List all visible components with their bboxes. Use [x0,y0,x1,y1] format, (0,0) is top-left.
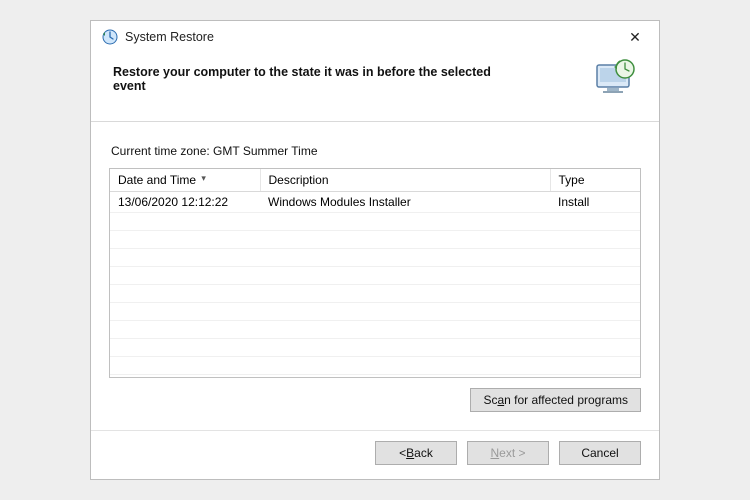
timezone-label: Current time zone: GMT Summer Time [111,144,639,158]
cell-description [260,303,550,321]
table-row [110,357,640,375]
column-header-date-time-label: Date and Time [118,173,196,187]
content-area: Current time zone: GMT Summer Time Date … [91,122,659,412]
cell-type [550,303,640,321]
sort-descending-icon: ▾ [201,173,206,183]
page-heading: Restore your computer to the state it wa… [113,65,513,93]
cell-date_time [110,285,260,303]
cell-date_time [110,231,260,249]
cell-type [550,213,640,231]
cell-type [550,267,640,285]
cell-date_time [110,303,260,321]
table-row [110,231,640,249]
restore-points-table[interactable]: Date and Time ▾ Description Type 13/06/2… [109,168,641,378]
titlebar: System Restore ✕ [91,21,659,51]
table-row [110,267,640,285]
column-header-description-label: Description [269,173,329,187]
back-button[interactable]: < Back [375,441,457,465]
cell-description [260,249,550,267]
cell-type [550,339,640,357]
cell-type [550,249,640,267]
table-row [110,249,640,267]
table-row[interactable]: 13/06/2020 12:12:22Windows Modules Insta… [110,192,640,213]
wizard-header: Restore your computer to the state it wa… [91,51,659,103]
table-row [110,321,640,339]
cell-description [260,339,550,357]
cell-date_time [110,339,260,357]
cell-type: Install [550,192,640,213]
cell-description [260,267,550,285]
cell-date_time [110,213,260,231]
scan-affected-button[interactable]: Scan for affected programs [470,388,641,412]
window-title: System Restore [125,30,214,44]
cell-date_time [110,357,260,375]
column-header-type[interactable]: Type [550,169,640,192]
cell-type [550,285,640,303]
table-row [110,285,640,303]
close-icon: ✕ [629,29,641,46]
cell-type [550,231,640,249]
cancel-button[interactable]: Cancel [559,441,641,465]
restore-monitor-icon [593,57,637,99]
scan-row: Scan for affected programs [109,378,641,412]
next-button[interactable]: Next > [467,441,549,465]
cell-type [550,321,640,339]
cell-description [260,231,550,249]
column-header-type-label: Type [559,173,585,187]
cell-description [260,357,550,375]
column-header-date-time[interactable]: Date and Time ▾ [110,169,260,192]
table-row [110,339,640,357]
system-restore-icon [101,28,119,46]
close-button[interactable]: ✕ [621,27,649,47]
cell-date_time: 13/06/2020 12:12:22 [110,192,260,213]
column-header-description[interactable]: Description [260,169,550,192]
system-restore-window: System Restore ✕ Restore your computer t… [90,20,660,480]
cell-description: Windows Modules Installer [260,192,550,213]
table-row [110,213,640,231]
cell-date_time [110,249,260,267]
table-row [110,303,640,321]
cell-date_time [110,267,260,285]
cell-type [550,357,640,375]
cell-description [260,285,550,303]
cell-description [260,213,550,231]
wizard-footer: < Back Next > Cancel [91,430,659,479]
cell-description [260,321,550,339]
cell-date_time [110,321,260,339]
